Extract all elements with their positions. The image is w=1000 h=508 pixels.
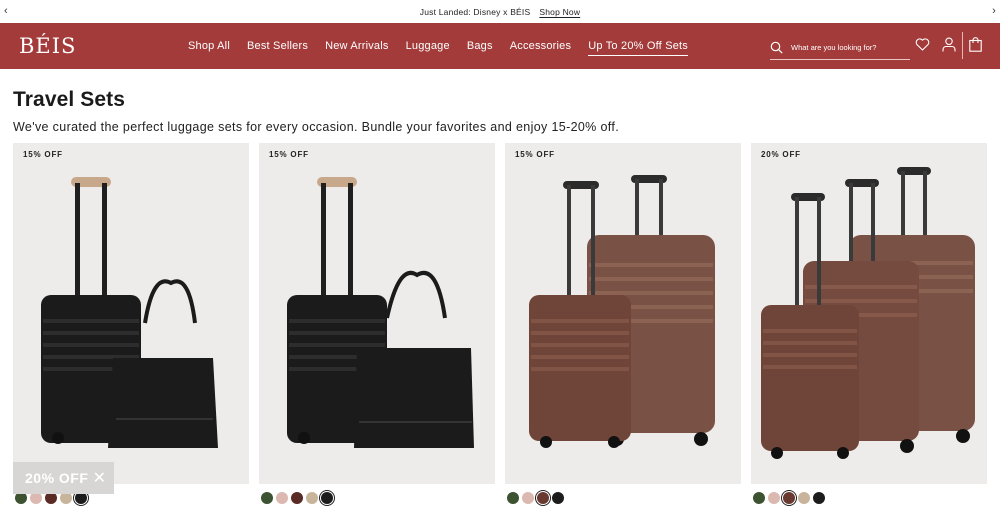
- heart-icon[interactable]: [915, 37, 930, 52]
- page-subtitle: We've curated the perfect luggage sets f…: [13, 120, 620, 134]
- product-card[interactable]: 15% OFF: [505, 143, 741, 484]
- color-swatch[interactable]: [768, 492, 780, 504]
- color-swatch[interactable]: [261, 492, 273, 504]
- chevron-left-icon[interactable]: ‹: [4, 5, 8, 17]
- logo[interactable]: BÉIS: [19, 34, 76, 58]
- chevron-right-icon[interactable]: ›: [992, 5, 996, 17]
- color-swatches: [261, 492, 333, 504]
- product-image: [529, 175, 715, 448]
- promo-popup[interactable]: 20% OFF ✕: [13, 462, 114, 494]
- color-swatch[interactable]: [291, 492, 303, 504]
- account-icon[interactable]: [942, 37, 956, 52]
- bag-icon[interactable]: [969, 37, 982, 52]
- color-swatch[interactable]: [798, 492, 810, 504]
- page-title: Travel Sets: [13, 88, 126, 111]
- color-swatch[interactable]: [522, 492, 534, 504]
- nav-shop-all[interactable]: Shop All: [188, 40, 230, 52]
- header-divider: [962, 32, 963, 59]
- announcement-bar: ‹ Just Landed: Disney x BÉIS Shop Now ›: [0, 0, 1000, 23]
- search-input[interactable]: [791, 43, 901, 52]
- color-swatch[interactable]: [753, 492, 765, 504]
- nav-best-sellers[interactable]: Best Sellers: [247, 40, 308, 52]
- nav-sets-sale[interactable]: Up To 20% Off Sets: [588, 40, 689, 56]
- search-icon[interactable]: [770, 41, 783, 54]
- announcement-message: Just Landed: Disney x BÉIS: [419, 6, 531, 17]
- product-image: [41, 177, 218, 448]
- color-swatch[interactable]: [552, 492, 564, 504]
- product-card[interactable]: 15% OFF: [13, 143, 249, 484]
- search-bar[interactable]: [770, 36, 910, 60]
- product-image: [287, 177, 474, 448]
- product-card[interactable]: 20% OFF: [751, 143, 987, 484]
- promo-text: 20% OFF: [25, 470, 89, 486]
- color-swatches: [507, 492, 564, 504]
- nav-new-arrivals[interactable]: New Arrivals: [325, 40, 389, 52]
- color-swatch-selected[interactable]: [783, 492, 795, 504]
- product-image: [761, 167, 975, 459]
- color-swatch[interactable]: [276, 492, 288, 504]
- nav-accessories[interactable]: Accessories: [510, 40, 572, 52]
- color-swatch-selected[interactable]: [537, 492, 549, 504]
- color-swatch[interactable]: [813, 492, 825, 504]
- site-header: BÉIS Shop All Best Sellers New Arrivals …: [0, 23, 1000, 69]
- close-icon[interactable]: ✕: [93, 468, 106, 488]
- color-swatches: [753, 492, 825, 504]
- product-card[interactable]: 15% OFF: [259, 143, 495, 484]
- color-swatch[interactable]: [306, 492, 318, 504]
- color-swatch[interactable]: [507, 492, 519, 504]
- main-nav: Shop All Best Sellers New Arrivals Lugga…: [188, 23, 705, 69]
- nav-luggage[interactable]: Luggage: [406, 40, 450, 52]
- nav-bags[interactable]: Bags: [467, 40, 493, 52]
- shop-now-link[interactable]: Shop Now: [539, 7, 580, 17]
- color-swatch-selected[interactable]: [321, 492, 333, 504]
